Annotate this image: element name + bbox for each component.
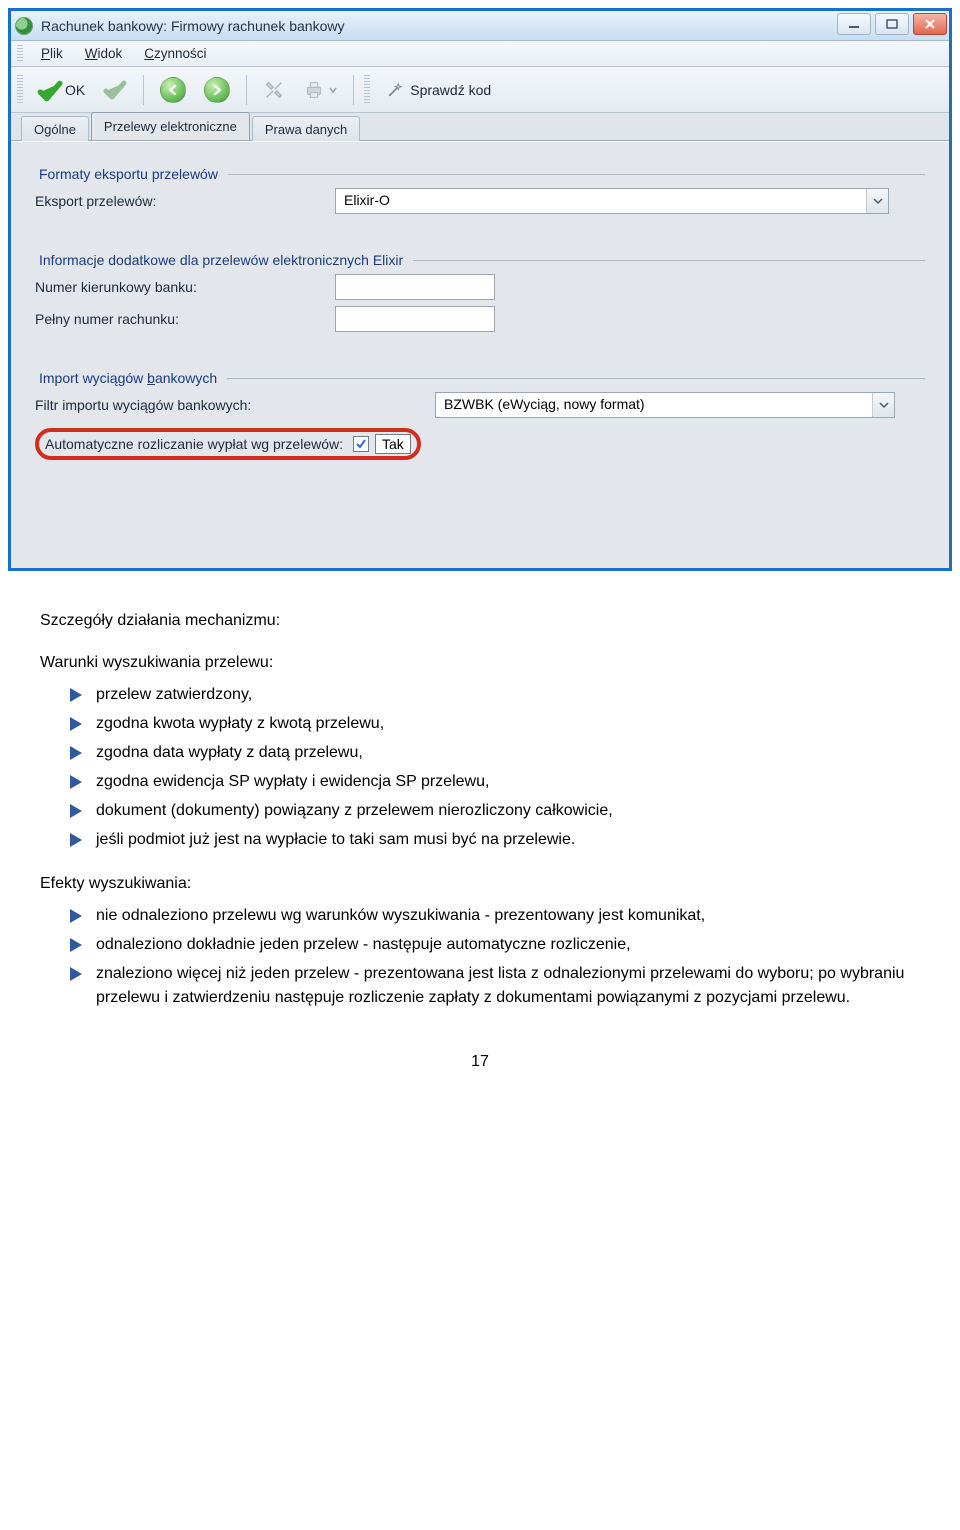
import-filter-dropdown[interactable]: BZWBK (eWyciąg, nowy format) (435, 392, 895, 418)
printer-icon (303, 79, 325, 101)
doc-subheading-effects: Efekty wyszukiwania: (40, 872, 920, 896)
menu-file[interactable]: Plik (31, 44, 73, 63)
verify-label: Sprawdź kod (410, 82, 491, 98)
highlighted-auto-settle-row: Automatyczne rozliczanie wypłat wg przel… (35, 428, 421, 460)
conditions-list: przelew zatwierdzony, zgodna kwota wypła… (40, 683, 920, 852)
list-item: jeśli podmiot już jest na wypłacie to ta… (70, 828, 920, 852)
menubar-grip (17, 45, 23, 63)
verify-code-button[interactable]: Sprawdź kod (378, 73, 497, 107)
app-icon (15, 17, 33, 35)
arrow-right-icon (204, 77, 230, 103)
tab-electronic-transfers[interactable]: Przelewy elektroniczne (91, 112, 250, 140)
label-import-filter: Filtr importu wyciągów bankowych: (35, 397, 435, 413)
tools-icon (263, 79, 285, 101)
auto-settle-value: Tak (375, 434, 411, 454)
app-window: Rachunek bankowy: Firmowy rachunek banko… (8, 8, 952, 571)
legend-export: Formaty eksportu przelewów (35, 166, 222, 182)
list-item: zgodna ewidencja SP wypłaty i ewidencja … (70, 770, 920, 794)
list-item: zgodna kwota wypłaty z kwotą przelewu, (70, 712, 920, 736)
toolbar-grip (17, 75, 23, 105)
tools-button[interactable] (257, 73, 291, 107)
wand-icon (384, 79, 406, 101)
label-export-transfers: Eksport przelewów: (35, 193, 335, 209)
fieldset-import-statements: Import wyciągów bankowych Filtr importu … (25, 356, 935, 470)
legend-elixir: Informacje dodatkowe dla przelewów elekt… (35, 252, 407, 268)
check-dim-icon (103, 78, 127, 102)
nav-back-button[interactable] (154, 73, 192, 107)
legend-import: Import wyciągów bankowych (35, 370, 221, 386)
doc-subheading-conditions: Warunki wyszukiwania przelewu: (40, 651, 920, 675)
tab-data-rights[interactable]: Prawa danych (252, 116, 360, 141)
fieldset-export-formats: Formaty eksportu przelewów Eksport przel… (25, 152, 935, 230)
arrow-left-icon (160, 77, 186, 103)
menu-actions[interactable]: Czynności (134, 44, 216, 63)
list-item: nie odnaleziono przelewu wg warunków wys… (70, 904, 920, 928)
label-full-account: Pełny numer rachunku: (35, 311, 335, 327)
auto-settle-checkbox[interactable] (353, 436, 369, 452)
print-button[interactable] (297, 73, 343, 107)
chevron-down-icon (329, 86, 337, 94)
menu-view[interactable]: Widok (75, 44, 133, 63)
toolbar: OK (11, 67, 949, 113)
close-button[interactable] (913, 13, 947, 35)
titlebar: Rachunek bankowy: Firmowy rachunek banko… (11, 11, 949, 41)
chevron-down-icon (866, 189, 888, 213)
import-filter-value: BZWBK (eWyciąg, nowy format) (436, 393, 872, 417)
doc-heading: Szczegóły działania mechanizmu: (40, 609, 920, 633)
export-format-value: Elixir-O (336, 189, 866, 213)
toolbar-grip (364, 75, 370, 105)
fieldset-elixir-info: Informacje dodatkowe dla przelewów elekt… (25, 238, 935, 348)
maximize-button[interactable] (875, 13, 909, 35)
ok-label: OK (65, 82, 85, 98)
window-title: Rachunek bankowy: Firmowy rachunek banko… (41, 18, 344, 34)
toolbar-separator (353, 75, 354, 105)
label-auto-settle: Automatyczne rozliczanie wypłat wg przel… (45, 436, 343, 452)
bank-code-input[interactable] (335, 274, 495, 300)
window-controls (837, 13, 947, 35)
tab-strip: Ogólne Przelewy elektroniczne Prawa dany… (11, 113, 949, 141)
chevron-down-icon (872, 393, 894, 417)
menubar: Plik Widok Czynności (11, 41, 949, 67)
minimize-button[interactable] (837, 13, 871, 35)
export-format-dropdown[interactable]: Elixir-O (335, 188, 889, 214)
list-item: znaleziono więcej niż jeden przelew - pr… (70, 962, 920, 1010)
check-icon (37, 78, 61, 102)
ok-button[interactable]: OK (31, 73, 91, 107)
list-item: odnaleziono dokładnie jeden przelew - na… (70, 933, 920, 957)
toolbar-separator (143, 75, 144, 105)
list-item: dokument (dokumenty) powiązany z przelew… (70, 799, 920, 823)
tab-general[interactable]: Ogólne (21, 116, 89, 141)
ok-secondary-button[interactable] (97, 73, 133, 107)
toolbar-separator (246, 75, 247, 105)
document-text: Szczegóły działania mechanizmu: Warunki … (0, 579, 960, 1094)
effects-list: nie odnaleziono przelewu wg warunków wys… (40, 904, 920, 1010)
form-body: Formaty eksportu przelewów Eksport przel… (11, 141, 949, 568)
list-item: zgodna data wypłaty z datą przelewu, (70, 741, 920, 765)
list-item: przelew zatwierdzony, (70, 683, 920, 707)
page-number: 17 (40, 1050, 920, 1074)
label-bank-code: Numer kierunkowy banku: (35, 279, 335, 295)
account-number-input[interactable] (335, 306, 495, 332)
nav-forward-button[interactable] (198, 73, 236, 107)
